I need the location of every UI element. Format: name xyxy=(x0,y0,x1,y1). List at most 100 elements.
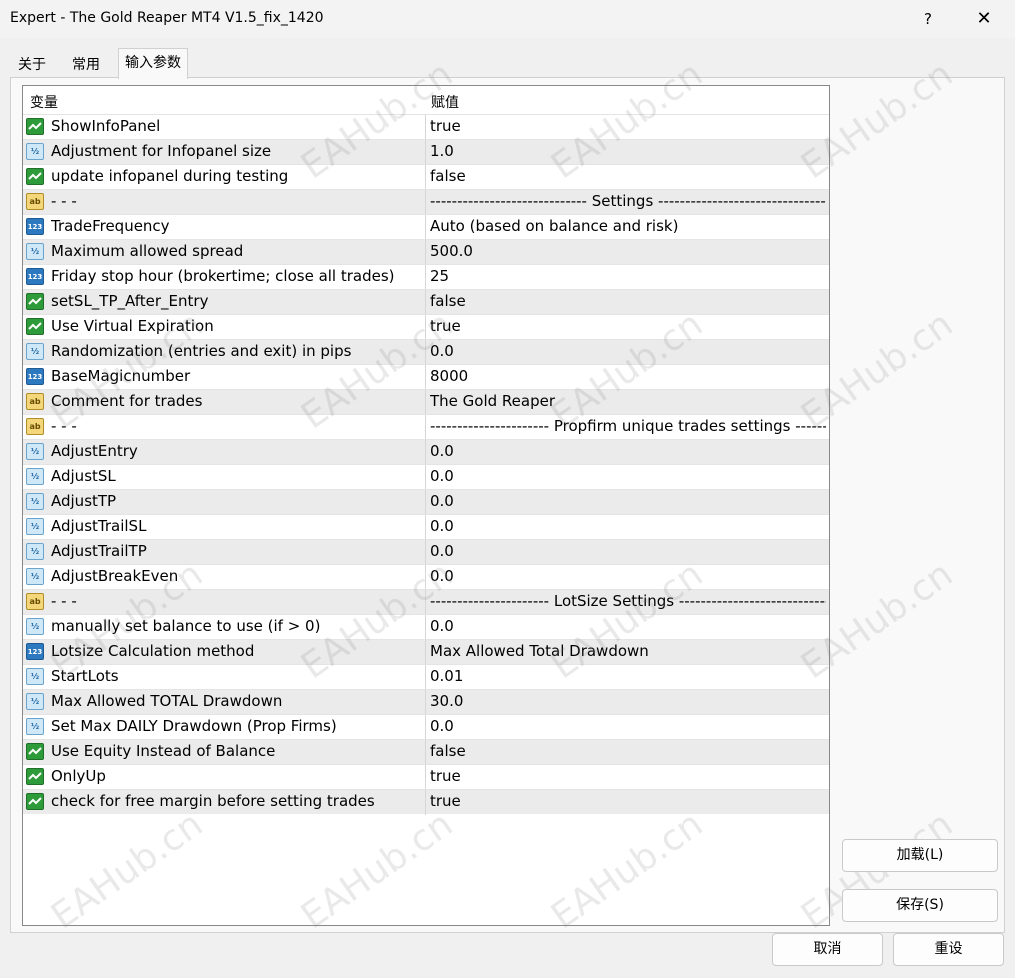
table-row[interactable]: ½ AdjustTP 0.0 xyxy=(23,489,829,515)
double-param-icon: ½ xyxy=(26,568,44,585)
tab-inputs[interactable]: 输入参数 xyxy=(118,48,188,79)
column-divider xyxy=(425,715,426,740)
bool-param-icon xyxy=(26,118,44,135)
param-name: Max Allowed TOTAL Drawdown xyxy=(51,692,283,710)
table-row[interactable]: ½ Max Allowed TOTAL Drawdown 30.0 xyxy=(23,689,829,715)
table-row[interactable]: 123 Friday stop hour (brokertime; close a… xyxy=(23,264,829,290)
cancel-button[interactable]: 取消 xyxy=(772,933,883,966)
param-value[interactable]: 0.0 xyxy=(430,442,826,460)
param-value[interactable]: 25 xyxy=(430,267,826,285)
param-value[interactable]: false xyxy=(430,292,826,310)
param-value[interactable]: 0.0 xyxy=(430,617,826,635)
table-row[interactable]: ½ Set Max DAILY Drawdown (Prop Firms) 0.0 xyxy=(23,714,829,740)
param-name: setSL_TP_After_Entry xyxy=(51,292,209,310)
param-value[interactable]: true xyxy=(430,117,826,135)
int-param-icon: 123 xyxy=(26,268,44,285)
param-name: - - - xyxy=(51,192,77,210)
table-row[interactable]: ½ Maximum allowed spread 500.0 xyxy=(23,239,829,265)
column-divider xyxy=(425,165,426,190)
table-row[interactable]: check for free margin before setting tra… xyxy=(23,789,829,815)
column-divider xyxy=(425,140,426,165)
column-divider xyxy=(425,540,426,565)
string-param-icon: ab xyxy=(26,418,44,435)
table-row[interactable]: ½ AdjustTrailTP 0.0 xyxy=(23,539,829,565)
string-param-icon: ab xyxy=(26,593,44,610)
input-parameters-grid[interactable]: 变量 赋值 ShowInfoPanel true ½ Adjustment for I… xyxy=(22,85,830,926)
param-value[interactable]: true xyxy=(430,792,826,810)
table-row[interactable]: ab - - - ---------------------- Propfirm u… xyxy=(23,414,829,440)
table-row[interactable]: setSL_TP_After_Entry false xyxy=(23,289,829,315)
column-divider xyxy=(425,790,426,815)
load-button[interactable]: 加载(L) xyxy=(842,839,998,872)
column-header-value[interactable]: 赋值 xyxy=(431,92,459,112)
param-value[interactable]: 0.0 xyxy=(430,342,826,360)
param-value[interactable]: 0.0 xyxy=(430,717,826,735)
param-value[interactable]: 0.0 xyxy=(430,467,826,485)
table-row[interactable]: ShowInfoPanel true xyxy=(23,114,829,140)
param-value[interactable]: ----------------------------- Settings -… xyxy=(430,192,826,210)
int-param-icon: 123 xyxy=(26,218,44,235)
double-param-icon: ½ xyxy=(26,518,44,535)
table-row[interactable]: ½ Randomization (entries and exit) in pip… xyxy=(23,339,829,365)
param-value[interactable]: ---------------------- LotSize Settings … xyxy=(430,592,826,610)
param-value[interactable]: The Gold Reaper xyxy=(430,392,826,410)
param-value[interactable]: false xyxy=(430,742,826,760)
table-row[interactable]: ½ AdjustSL 0.0 xyxy=(23,464,829,490)
table-row[interactable]: ½ StartLots 0.01 xyxy=(23,664,829,690)
param-value[interactable]: 500.0 xyxy=(430,242,826,260)
tab-about[interactable]: 关于 xyxy=(12,52,52,78)
param-name: Randomization (entries and exit) in pips xyxy=(51,342,352,360)
table-row[interactable]: ab Comment for trades The Gold Reaper xyxy=(23,389,829,415)
param-name: AdjustTrailSL xyxy=(51,517,147,535)
table-row[interactable]: 123 TradeFrequency Auto (based on balance … xyxy=(23,214,829,240)
param-value[interactable]: 30.0 xyxy=(430,692,826,710)
param-value[interactable]: 0.0 xyxy=(430,517,826,535)
help-button[interactable]: ? xyxy=(908,4,948,34)
param-name: AdjustSL xyxy=(51,467,116,485)
param-value[interactable]: 8000 xyxy=(430,367,826,385)
param-value[interactable]: true xyxy=(430,317,826,335)
close-button[interactable]: ✕ xyxy=(964,4,1004,34)
table-row[interactable]: ½ AdjustEntry 0.0 xyxy=(23,439,829,465)
table-row[interactable]: ½ manually set balance to use (if > 0) 0.0 xyxy=(23,614,829,640)
param-value[interactable]: 0.0 xyxy=(430,567,826,585)
column-divider xyxy=(425,390,426,415)
table-row[interactable]: 123 BaseMagicnumber 8000 xyxy=(23,364,829,390)
param-name: AdjustTP xyxy=(51,492,117,510)
table-row[interactable]: update infopanel during testing false xyxy=(23,164,829,190)
table-row[interactable]: ab - - - ----------------------------- Set… xyxy=(23,189,829,215)
table-row[interactable]: ab - - - ---------------------- LotSize Se… xyxy=(23,589,829,615)
table-row[interactable]: OnlyUp true xyxy=(23,764,829,790)
reset-button[interactable]: 重设 xyxy=(893,933,1004,966)
save-button[interactable]: 保存(S) xyxy=(842,889,998,922)
param-value[interactable]: ---------------------- Propfirm unique t… xyxy=(430,417,826,435)
column-divider xyxy=(425,565,426,590)
param-name: check for free margin before setting tra… xyxy=(51,792,375,810)
table-row[interactable]: Use Virtual Expiration true xyxy=(23,314,829,340)
param-value[interactable]: true xyxy=(430,767,826,785)
string-param-icon: ab xyxy=(26,393,44,410)
param-value[interactable]: 0.01 xyxy=(430,667,826,685)
param-name: StartLots xyxy=(51,667,119,685)
column-divider xyxy=(425,340,426,365)
param-name: AdjustTrailTP xyxy=(51,542,147,560)
param-value[interactable]: false xyxy=(430,167,826,185)
table-row[interactable]: 123 Lotsize Calculation method Max Allowed… xyxy=(23,639,829,665)
param-value[interactable]: Max Allowed Total Drawdown xyxy=(430,642,826,660)
table-row[interactable]: ½ Adjustment for Infopanel size 1.0 xyxy=(23,139,829,165)
table-row[interactable]: Use Equity Instead of Balance false xyxy=(23,739,829,765)
param-value[interactable]: Auto (based on balance and risk) xyxy=(430,217,826,235)
table-row[interactable]: ½ AdjustTrailSL 0.0 xyxy=(23,514,829,540)
table-row[interactable]: ½ AdjustBreakEven 0.0 xyxy=(23,564,829,590)
title-bar: Expert - The Gold Reaper MT4 V1.5_fix_14… xyxy=(0,0,1015,38)
param-name: update infopanel during testing xyxy=(51,167,289,185)
param-value[interactable]: 0.0 xyxy=(430,492,826,510)
param-value[interactable]: 0.0 xyxy=(430,542,826,560)
param-name: Set Max DAILY Drawdown (Prop Firms) xyxy=(51,717,337,735)
column-header-variable[interactable]: 变量 xyxy=(30,92,58,112)
double-param-icon: ½ xyxy=(26,543,44,560)
tab-common[interactable]: 常用 xyxy=(66,52,106,78)
double-param-icon: ½ xyxy=(26,493,44,510)
double-param-icon: ½ xyxy=(26,718,44,735)
param-value[interactable]: 1.0 xyxy=(430,142,826,160)
